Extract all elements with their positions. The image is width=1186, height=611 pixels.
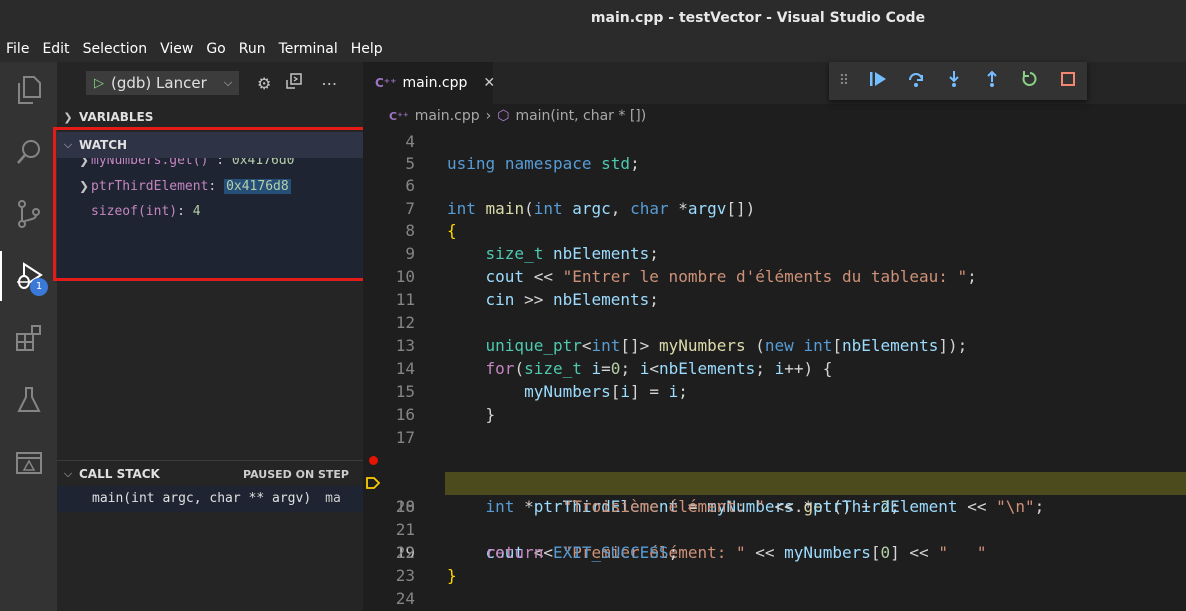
tab-main-cpp[interactable]: C⁺⁺ main.cpp ✕ <box>363 62 495 104</box>
drag-handle-icon[interactable]: ⠿ <box>829 73 859 89</box>
callstack-frame[interactable]: main(int argc, char ** argv) ma <box>57 486 363 512</box>
cpp-file-icon: C⁺⁺ <box>389 109 409 123</box>
code-line: 13 unique_ptr<int[]> myNumbers (new int[… <box>395 336 968 355</box>
frame-file: ma <box>325 491 341 506</box>
code-line: 22 return EXIT_SUCCESS; <box>395 543 679 562</box>
menu-go[interactable]: Go <box>206 41 225 57</box>
step-out-icon[interactable] <box>973 70 1011 92</box>
code-line: 23} <box>395 566 457 585</box>
breadcrumb-file[interactable]: main.cpp <box>415 108 480 124</box>
debug-badge: 1 <box>30 278 48 296</box>
chevron-down-icon[interactable]: ⌵ <box>218 76 238 90</box>
debug-console-icon[interactable] <box>285 72 303 94</box>
debug-toolbar: ▷ (gdb) Lancer ⌵ ⚙ ⋯ <box>57 62 363 104</box>
more-actions-icon[interactable]: ⋯ <box>321 74 337 93</box>
menu-run[interactable]: Run <box>239 41 266 57</box>
start-debug-icon[interactable]: ▷ <box>87 76 111 91</box>
extensions-icon[interactable] <box>0 313 57 363</box>
frame-function: main(int argc, char ** argv) <box>92 491 312 506</box>
explorer-icon[interactable] <box>0 65 57 115</box>
activity-bar: 1 <box>0 62 57 611</box>
code-line: 21 <box>395 520 415 539</box>
code-line: 17 <box>395 428 415 447</box>
continue-icon[interactable] <box>859 71 897 91</box>
menu-terminal[interactable]: Terminal <box>279 41 338 57</box>
code-line: 6 <box>405 176 415 195</box>
window-title: main.cpp - testVector - Visual Studio Co… <box>590 10 926 26</box>
menu-view[interactable]: View <box>160 41 193 57</box>
breakpoint-icon[interactable] <box>369 456 378 465</box>
callstack-section-header[interactable]: ⌵ CALL STACK PAUSED ON STEP <box>57 460 363 487</box>
code-line: 5 using namespace std; <box>405 154 640 173</box>
menu-file[interactable]: File <box>6 41 29 57</box>
code-line: 12 <box>395 313 415 332</box>
code-line: 11 cin >> nbElements; <box>395 290 659 309</box>
breadcrumb-symbol[interactable]: main(int, char * []) <box>515 108 646 124</box>
source-control-icon[interactable] <box>0 189 57 239</box>
menu-bar: File Edit Selection View Go Run Terminal… <box>0 36 1186 62</box>
paused-status: PAUSED ON STEP <box>243 467 349 481</box>
menu-selection[interactable]: Selection <box>83 41 148 57</box>
chevron-right-icon: ❯ <box>63 110 73 124</box>
code-line: 18 int *ptrThirdElement = myNumbers.get(… <box>363 449 1186 516</box>
code-line: 9 size_t nbElements; <box>405 244 659 263</box>
launch-config-label: (gdb) Lancer <box>111 74 207 92</box>
tab-label: main.cpp <box>402 75 468 91</box>
step-over-icon[interactable] <box>897 70 935 92</box>
title-bar: main.cpp - testVector - Visual Studio Co… <box>0 0 1186 36</box>
chevron-right-icon: › <box>485 108 492 124</box>
code-line: 24 <box>395 589 415 608</box>
watch-highlight-box <box>53 127 375 281</box>
testing-flask-icon[interactable] <box>0 375 57 425</box>
code-line: 10 cout << "Entrer le nombre d'éléments … <box>395 267 977 286</box>
chevron-down-icon: ⌵ <box>63 467 73 480</box>
search-icon[interactable] <box>0 127 57 177</box>
cpp-file-icon: C⁺⁺ <box>375 76 397 90</box>
execution-pointer-icon <box>366 477 380 489</box>
current-execution-line: 19 cout << "Premier élément: " << myNumb… <box>363 472 1186 562</box>
remote-explorer-icon[interactable] <box>0 438 57 488</box>
debug-float-toolbar: ⠿ <box>829 62 1087 100</box>
symbol-method-icon: ⬡ <box>497 108 510 124</box>
breadcrumb: C⁺⁺ main.cpp › ⬡ main(int, char * []) <box>363 104 1186 128</box>
code-line: 4 <box>405 132 415 151</box>
restart-icon[interactable] <box>1011 70 1049 92</box>
callstack-title: CALL STACK <box>79 467 160 481</box>
launch-config-select[interactable]: ▷ (gdb) Lancer ⌵ <box>86 71 239 95</box>
stop-icon[interactable] <box>1049 71 1087 91</box>
code-line: 16 } <box>395 405 496 424</box>
close-icon[interactable]: ✕ <box>483 75 495 91</box>
code-line: 14 for(size_t i=0; i<nbElements; i++) { <box>395 359 833 378</box>
editor-area: C⁺⁺ main.cpp ✕ ⠿ C⁺⁺ main.cpp › ⬡ main(i… <box>363 62 1186 611</box>
gear-icon[interactable]: ⚙ <box>257 74 271 93</box>
step-into-icon[interactable] <box>935 70 973 92</box>
code-line: 15 myNumbers[i] = i; <box>395 382 688 401</box>
menu-help[interactable]: Help <box>351 41 383 57</box>
code-line: 8{ <box>405 221 457 240</box>
code-line: 20 "Troisième élément: " << *ptrThirdEle… <box>395 497 1045 516</box>
code-line: 7 int main(int argc, char *argv[]) <box>405 199 756 218</box>
menu-edit[interactable]: Edit <box>42 41 69 57</box>
variables-title: VARIABLES <box>79 110 154 124</box>
run-debug-icon[interactable]: 1 <box>0 251 57 301</box>
